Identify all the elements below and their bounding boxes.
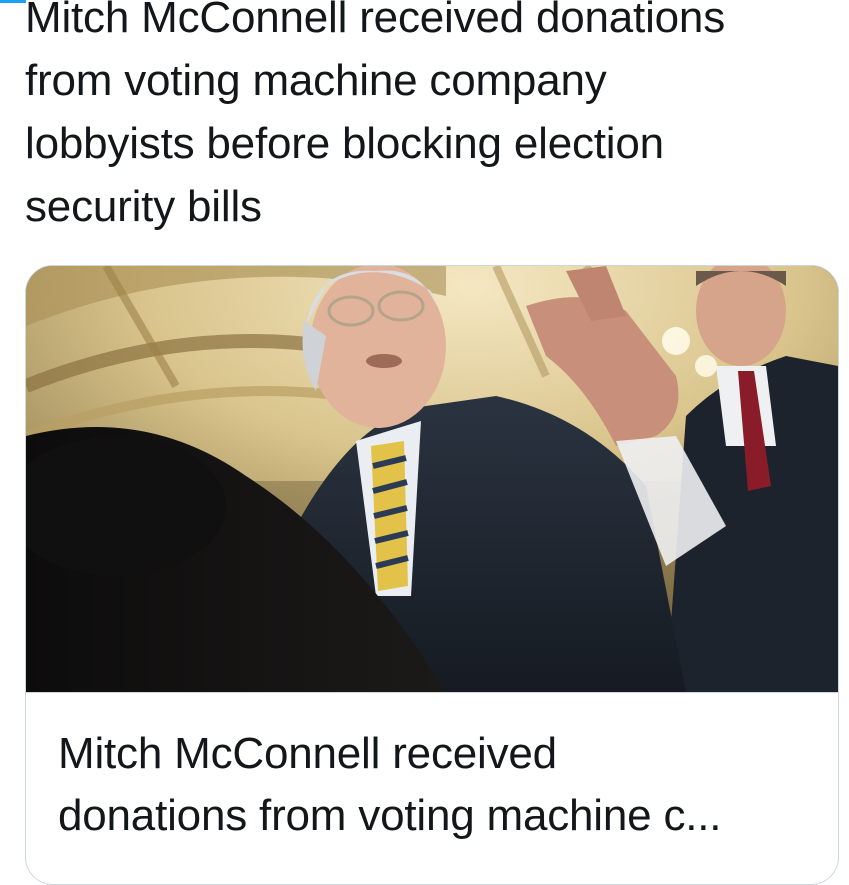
tweet-text-line: Mitch McConnell received donations [25, 0, 725, 42]
tweet-text-line: from voting machine company [25, 56, 607, 105]
link-preview-card[interactable]: Mitch McConnell received donations from … [25, 265, 839, 885]
tweet-text: Mitch McConnell received donations from … [25, 0, 835, 238]
card-title[interactable]: Mitch McConnell received donations from … [58, 723, 818, 847]
card-title-line: donations from voting machine c... [58, 791, 722, 840]
card-image[interactable] [26, 266, 838, 692]
card-divider [26, 692, 838, 693]
top-accent-bar [0, 0, 26, 3]
card-title-line: Mitch McConnell received [58, 729, 557, 778]
tweet-text-line: lobbyists before blocking election [25, 119, 664, 168]
news-photo-icon [26, 266, 838, 692]
tweet-text-line: security bills [25, 182, 262, 231]
